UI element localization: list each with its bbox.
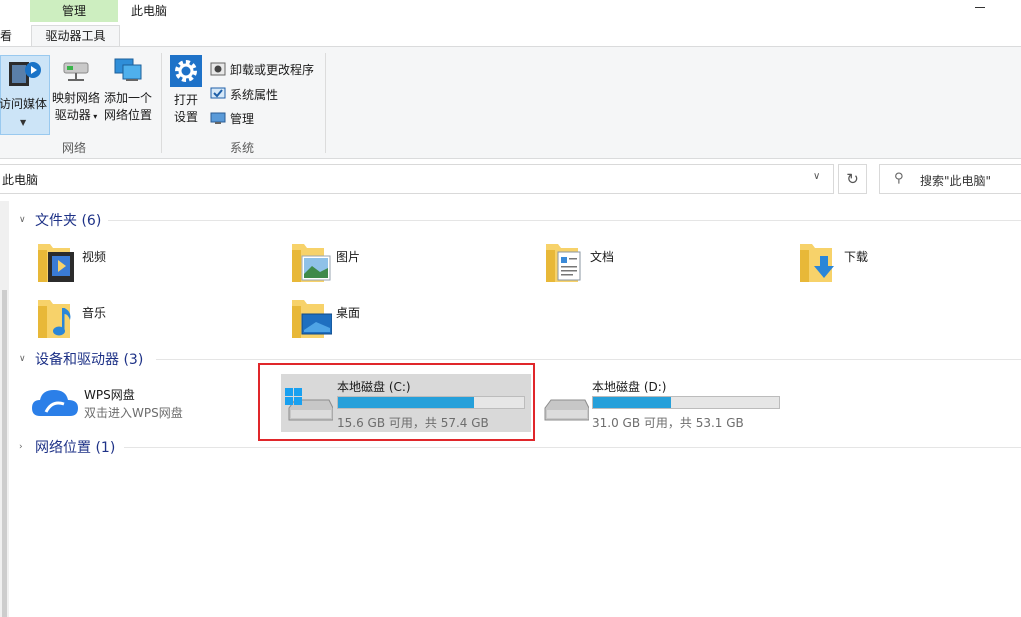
media-icon: [9, 62, 41, 86]
pictures-folder-icon: [292, 244, 331, 282]
drive-usage-fill: [593, 397, 672, 408]
title-bar: 管理 此电脑 看 驱动器工具: [0, 0, 1021, 46]
chevron-down-icon: ▼: [20, 118, 27, 127]
section-header-devices[interactable]: ∨ 设备和驱动器 (3): [19, 349, 143, 369]
map-network-drive-button[interactable]: 映射网络 驱动器 ▾: [51, 55, 101, 125]
folder-documents[interactable]: 文档: [544, 240, 784, 290]
chevron-down-icon: ▾: [90, 112, 98, 121]
documents-folder-icon: [546, 244, 581, 282]
uninstall-icon: [210, 62, 226, 76]
ribbon-group-system-label: 系统: [230, 141, 255, 155]
minimize-button[interactable]: [974, 0, 988, 14]
wps-cloud-icon: [32, 390, 78, 416]
chevron-down-icon: ∨: [19, 215, 26, 225]
gear-icon: [170, 55, 202, 87]
drive-usage-bar: [592, 396, 780, 409]
uninstall-program-button[interactable]: 卸载或更改程序: [210, 58, 314, 80]
scrollbar-thumb[interactable]: [2, 290, 7, 617]
downloads-folder-icon: [800, 244, 834, 282]
computer-management-icon: [210, 112, 226, 124]
tab-drive-tools[interactable]: 驱动器工具: [31, 25, 120, 46]
search-icon: ⚲: [894, 171, 904, 186]
ribbon: 访问媒体 ▼ 映射网络 驱动器 ▾ 添加一个 网络位置 网络 打开 设置 卸载或…: [0, 46, 1021, 159]
network-location-icon: [114, 58, 142, 81]
video-folder-icon: [38, 244, 74, 282]
ribbon-group-network-label: 网络: [62, 141, 87, 155]
search-input[interactable]: ⚲ 搜索"此电脑": [879, 164, 1021, 194]
ribbon-separator: [161, 53, 162, 153]
hard-drive-icon: [544, 399, 589, 421]
chevron-down-icon[interactable]: ∨: [813, 171, 820, 182]
folder-pictures[interactable]: 图片: [290, 240, 530, 290]
section-header-network[interactable]: › 网络位置 (1): [19, 437, 115, 457]
ribbon-separator: [325, 53, 326, 153]
network-drive-icon: [63, 62, 89, 81]
address-path: 此电脑: [2, 173, 39, 187]
manage-button[interactable]: 管理: [210, 107, 254, 129]
music-folder-icon: [38, 300, 71, 338]
section-divider: [124, 447, 1021, 448]
chevron-down-icon: ∨: [19, 354, 26, 364]
system-properties-button[interactable]: 系统属性: [210, 83, 278, 105]
drive-d[interactable]: 本地磁盘 (D:) 31.0 GB 可用，共 53.1 GB: [537, 374, 787, 432]
section-divider: [108, 220, 1021, 221]
section-header-folders[interactable]: ∨ 文件夹 (6): [19, 210, 101, 230]
chevron-right-icon: ›: [19, 442, 23, 452]
refresh-button[interactable]: ↻: [838, 164, 867, 194]
folder-music[interactable]: 音乐: [36, 296, 276, 346]
highlight-outline: [258, 363, 535, 441]
folder-downloads[interactable]: 下载: [798, 240, 1021, 290]
open-settings-button[interactable]: 打开 设置: [168, 55, 204, 126]
tab-view[interactable]: 看: [0, 26, 12, 46]
wps-cloud-drive[interactable]: WPS网盘 双击进入WPS网盘: [30, 378, 250, 428]
folder-desktop[interactable]: 桌面: [290, 296, 530, 346]
folder-videos[interactable]: 视频: [36, 240, 276, 290]
address-bar[interactable]: 此电脑 ∨: [0, 164, 834, 194]
section-divider: [156, 359, 1021, 360]
add-network-location-button[interactable]: 添加一个 网络位置: [103, 55, 153, 124]
context-tab-group-manage: 管理: [30, 0, 118, 22]
system-properties-icon: [210, 87, 226, 99]
desktop-folder-icon: [292, 300, 332, 338]
refresh-icon: ↻: [846, 170, 859, 188]
access-media-button[interactable]: 访问媒体 ▼: [0, 55, 50, 135]
window-title: 此电脑: [131, 4, 168, 18]
search-placeholder: 搜索"此电脑": [920, 174, 992, 188]
